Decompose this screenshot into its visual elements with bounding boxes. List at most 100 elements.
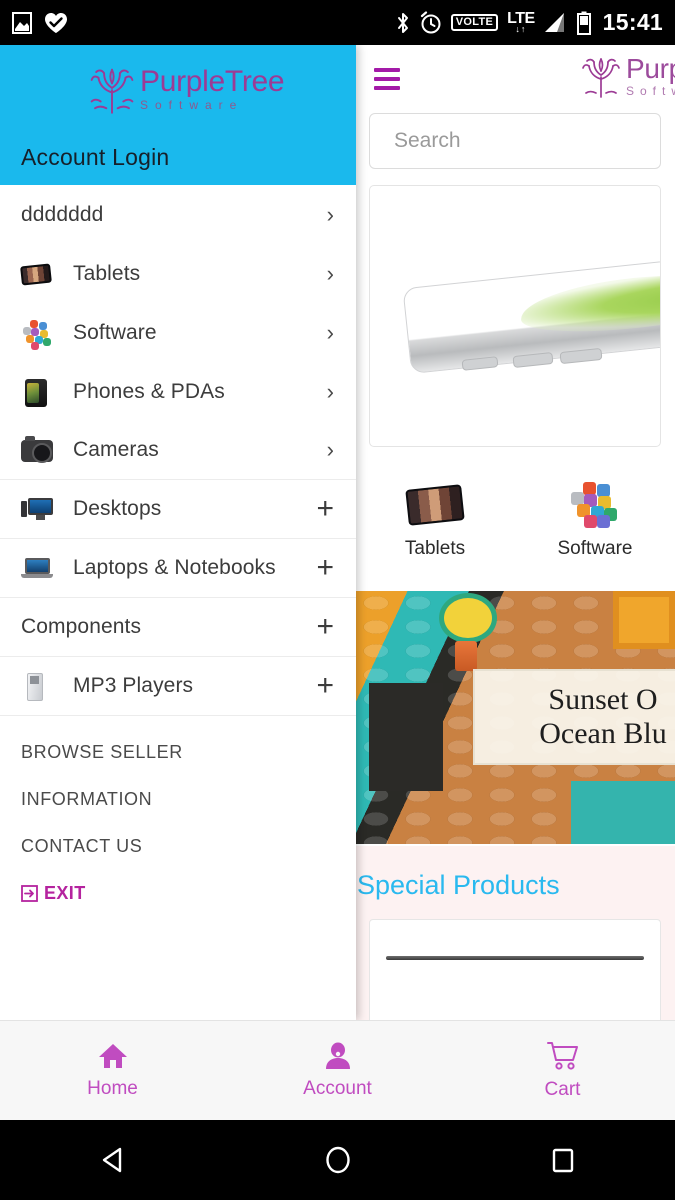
- tab-cart[interactable]: Cart: [450, 1021, 675, 1120]
- tablet-thumb-icon: [20, 259, 55, 289]
- android-status-bar: VOLTE LTE ↓↑ 15:41: [0, 0, 675, 45]
- exit-arrow-icon: [21, 885, 38, 902]
- category-tile[interactable]: Tablets: [355, 455, 515, 587]
- menu-item-desktops[interactable]: Desktops +: [0, 480, 356, 539]
- laptop-thumb-icon: [21, 553, 55, 583]
- expand-plus-icon[interactable]: +: [316, 671, 334, 701]
- drawer-link-browse-seller[interactable]: BROWSE SELLER: [21, 742, 356, 763]
- chevron-right-icon[interactable]: ›: [327, 321, 334, 344]
- search-input[interactable]: [369, 113, 661, 169]
- chevron-right-icon[interactable]: ›: [327, 439, 334, 461]
- logo-sub-text: Software: [140, 98, 244, 112]
- status-bar-right-icons: VOLTE LTE ↓↑ 15:41: [395, 9, 663, 36]
- header-logo[interactable]: PurpleTree Software: [580, 53, 675, 99]
- expand-plus-icon[interactable]: +: [316, 494, 334, 524]
- banner-text-card: Sunset O Ocean Blu: [473, 669, 675, 765]
- menu-item-phones-pdas[interactable]: Phones & PDAs ›: [0, 362, 356, 421]
- search-bar-container: [355, 113, 675, 169]
- signal-icon: [544, 12, 564, 32]
- chevron-right-icon[interactable]: ›: [327, 380, 334, 403]
- special-product-card[interactable]: [369, 919, 661, 1020]
- home-icon: [98, 1043, 127, 1068]
- status-bar-clock: 15:41: [602, 9, 663, 35]
- back-button[interactable]: [93, 1140, 133, 1180]
- phone-thumb-icon: [21, 377, 55, 407]
- menu-item-label: Software: [73, 320, 157, 344]
- phone-screen: VOLTE LTE ↓↑ 15:41 Pur Soft Search Table…: [0, 0, 675, 1200]
- tab-account[interactable]: Account: [225, 1021, 450, 1120]
- hamburger-menu-icon[interactable]: [374, 68, 400, 90]
- square-recents-icon: [552, 1148, 573, 1173]
- circle-home-icon: [325, 1146, 350, 1174]
- promo-banner[interactable]: Sunset O Ocean Blu: [355, 591, 675, 844]
- shopping-cart-icon: [546, 1041, 578, 1070]
- banner-yellow-mask: [439, 593, 497, 643]
- software-thumb-icon: [567, 482, 623, 528]
- tab-label: Account: [303, 1077, 372, 1099]
- logo-main-text: PurpleTree: [140, 65, 285, 98]
- menu-item-mp3-players[interactable]: MP3 Players +: [0, 657, 356, 716]
- menu-item-label: Components: [21, 615, 142, 638]
- tab-home[interactable]: Home: [0, 1021, 225, 1120]
- menu-item-tablets[interactable]: Tablets ›: [0, 244, 356, 303]
- banner-frame-right: [613, 591, 675, 649]
- banner-orange-spool: [455, 641, 477, 671]
- image-icon: [12, 11, 32, 34]
- menu-item-ddddddd[interactable]: ddddddd ›: [0, 185, 356, 244]
- mp3-thumb-icon: [21, 671, 55, 701]
- menu-item-label: Cameras: [73, 438, 159, 461]
- battery-icon: [576, 11, 591, 35]
- menu-item-label: Laptops & Notebooks: [73, 556, 276, 579]
- hero-product-card[interactable]: [369, 185, 661, 447]
- special-products-section: Special Products: [355, 846, 675, 1020]
- exit-label: EXIT: [44, 883, 86, 903]
- banner-teal-panel-bottom: [571, 781, 675, 844]
- logo-main-text: PurpleTree: [626, 53, 675, 84]
- menu-item-software[interactable]: Software ›: [0, 303, 356, 362]
- home-button[interactable]: [318, 1140, 358, 1180]
- menu-item-label: Phones & PDAs: [73, 379, 225, 403]
- volte-badge: VOLTE: [450, 14, 499, 31]
- banner-dark-frame: [369, 683, 443, 791]
- category-label: Tablets: [404, 538, 466, 559]
- desktop-thumb-icon: [21, 494, 55, 524]
- alarm-icon: [420, 10, 441, 33]
- main-content-area: PurpleTree Software: [355, 45, 675, 1020]
- tab-label: Cart: [544, 1078, 581, 1100]
- drawer-links-list: BROWSE SELLER INFORMATION CONTACT US EXI…: [0, 716, 356, 904]
- expand-plus-icon[interactable]: +: [316, 553, 334, 583]
- drawer-link-information[interactable]: INFORMATION: [21, 789, 356, 810]
- special-product-image: [386, 956, 644, 960]
- menu-item-cameras[interactable]: Cameras ›: [0, 421, 356, 480]
- menu-item-label: Desktops: [73, 497, 162, 520]
- category-tiles-row: Tablets Software: [355, 455, 675, 587]
- camera-thumb-icon: [21, 435, 55, 465]
- banner-line-1: Sunset O: [548, 682, 658, 716]
- account-login-label[interactable]: Account Login: [21, 144, 169, 171]
- menu-item-components[interactable]: Components +: [0, 598, 356, 657]
- recents-button[interactable]: [543, 1140, 583, 1180]
- chevron-right-icon[interactable]: ›: [327, 203, 334, 226]
- heart-check-icon: [45, 12, 67, 33]
- drawer-logo[interactable]: PurpleTree Software: [88, 63, 285, 115]
- drawer-header: PurpleTree Software Account Login: [0, 45, 356, 185]
- category-tile[interactable]: Software: [515, 455, 675, 587]
- expand-plus-icon[interactable]: +: [316, 612, 334, 642]
- chevron-right-icon[interactable]: ›: [327, 262, 334, 285]
- category-label: Software: [557, 538, 633, 559]
- status-bar-left-icons: [12, 11, 68, 34]
- app-body: PurpleTree Software: [0, 45, 675, 1020]
- exit-button[interactable]: EXIT: [21, 883, 356, 904]
- navigation-drawer: PurpleTree Software Account Login dddddd…: [0, 45, 356, 1020]
- menu-item-laptops-notebooks[interactable]: Laptops & Notebooks +: [0, 539, 356, 598]
- phone-side-button: [461, 356, 499, 371]
- menu-item-label: ddddddd: [21, 202, 104, 226]
- android-nav-bar: [0, 1120, 675, 1200]
- menu-item-label: Tablets: [73, 261, 141, 285]
- person-icon: [325, 1042, 350, 1069]
- special-products-title: Special Products: [357, 870, 560, 900]
- banner-line-2: Ocean Blu: [539, 717, 667, 750]
- tablet-thumb-icon: [405, 482, 465, 526]
- bluetooth-icon: [397, 12, 408, 33]
- drawer-link-contact-us[interactable]: CONTACT US: [21, 836, 356, 857]
